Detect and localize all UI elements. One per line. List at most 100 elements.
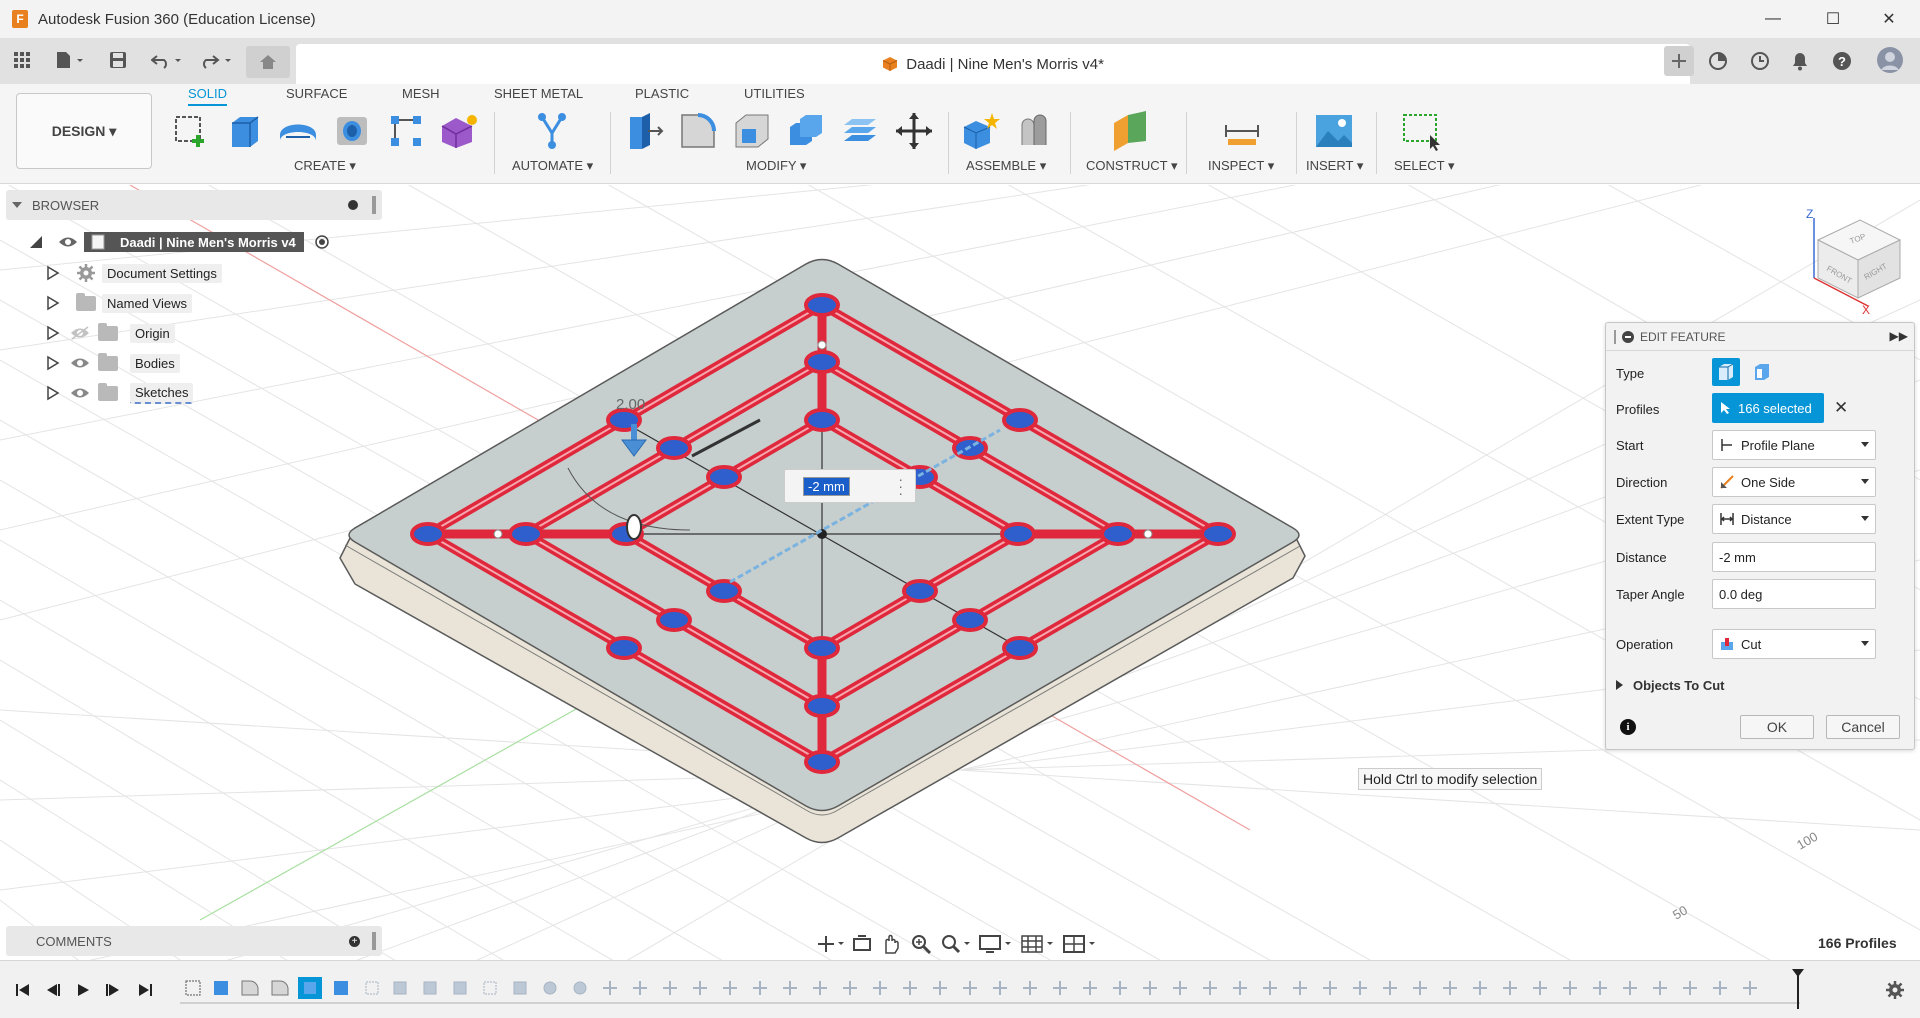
expand-dialog-icon[interactable]: ▶▶ [1890, 329, 1908, 343]
clear-selection-icon[interactable]: ✕ [1834, 398, 1848, 418]
fit-zoom-icon[interactable] [940, 933, 970, 955]
tab-mesh[interactable]: MESH [402, 84, 440, 106]
maximize-button[interactable]: ☐ [1810, 0, 1856, 38]
save-icon[interactable] [106, 48, 130, 72]
create-group-label[interactable]: CREATE ▾ [294, 158, 356, 174]
play-icon[interactable] [72, 979, 94, 1001]
taper-angle-handle[interactable] [626, 514, 642, 540]
distance-input-value[interactable]: -2 mm [803, 476, 850, 496]
info-icon[interactable]: i [1620, 719, 1636, 735]
visibility-eye-icon[interactable] [70, 386, 90, 400]
distance-heads-up-input[interactable]: -2 mm · · · [784, 469, 916, 503]
extrude-type-thin-button[interactable] [1748, 358, 1776, 386]
app-grid-icon[interactable] [10, 48, 34, 72]
tab-plastic[interactable]: PLASTIC [635, 84, 689, 106]
distance-input[interactable]: -2 mm [1712, 542, 1876, 572]
expand-triangle-icon[interactable] [46, 265, 60, 281]
panel-grip-icon[interactable] [372, 932, 376, 950]
document-tab[interactable]: Daadi | Nine Men's Morris v4* ✕ [296, 44, 1690, 84]
combine-icon[interactable] [786, 110, 826, 152]
offset-face-icon[interactable] [840, 110, 880, 152]
undo-icon[interactable] [148, 48, 188, 72]
expand-triangle-icon[interactable] [46, 295, 60, 311]
extrude-icon[interactable] [224, 110, 264, 152]
user-avatar[interactable] [1876, 46, 1904, 74]
extent-type-select[interactable]: Distance [1712, 504, 1876, 534]
inspect-group-label[interactable]: INSPECT ▾ [1208, 158, 1274, 174]
automate-group-label[interactable]: AUTOMATE ▾ [512, 158, 593, 174]
visibility-eye-icon[interactable] [58, 235, 78, 249]
start-select[interactable]: Profile Plane [1712, 430, 1876, 460]
comments-panel[interactable]: COMMENTS + [6, 926, 382, 956]
browser-item-named-views[interactable]: Named Views [46, 291, 192, 315]
redo-icon[interactable] [198, 48, 238, 72]
expand-triangle-icon[interactable] [28, 234, 44, 250]
pan-hand-icon[interactable] [880, 933, 902, 955]
select-group-label[interactable]: SELECT ▾ [1394, 158, 1454, 174]
notifications-bell-icon[interactable] [1788, 50, 1812, 72]
browser-header[interactable]: BROWSER [6, 190, 382, 220]
objects-to-cut-row[interactable]: Objects To Cut [1616, 673, 1906, 697]
operation-select[interactable]: Cut [1712, 629, 1876, 659]
viewports-icon[interactable] [1062, 933, 1096, 955]
grid-settings-icon[interactable] [1020, 933, 1054, 955]
move-copy-icon[interactable] [894, 110, 934, 152]
activate-radio-icon[interactable] [314, 234, 330, 250]
orbit-icon[interactable] [816, 934, 844, 954]
display-settings-icon[interactable] [978, 933, 1012, 955]
modify-group-label[interactable]: MODIFY ▾ [746, 158, 806, 174]
insert-canvas-icon[interactable] [1314, 110, 1354, 152]
browser-item-document-settings[interactable]: Document Settings [46, 261, 222, 285]
cancel-button[interactable]: Cancel [1826, 715, 1900, 739]
tab-solid[interactable]: SOLID [188, 84, 228, 106]
browser-item-bodies[interactable]: Bodies [46, 351, 180, 375]
visibility-eye-icon[interactable] [70, 356, 90, 370]
window-select-icon[interactable] [1402, 110, 1442, 152]
fillet-icon[interactable] [678, 110, 718, 152]
new-component-icon[interactable] [960, 110, 1000, 152]
expand-triangle-icon[interactable] [46, 385, 60, 401]
collapse-caret-icon[interactable] [12, 202, 22, 208]
extensions-icon[interactable] [1706, 50, 1730, 72]
taper-angle-input[interactable]: 0.0 deg [1712, 579, 1876, 609]
previous-step-icon[interactable] [42, 979, 64, 1001]
hidden-eye-icon[interactable] [70, 326, 90, 340]
create-sketch-icon[interactable] [170, 110, 210, 152]
assemble-group-label[interactable]: ASSEMBLE ▾ [966, 158, 1046, 174]
extrude-type-solid-button[interactable] [1712, 358, 1740, 386]
close-window-button[interactable]: ✕ [1866, 0, 1912, 38]
expand-section-icon[interactable] [1616, 680, 1623, 690]
tab-utilities[interactable]: UTILITIES [744, 84, 805, 106]
last-step-icon[interactable] [134, 979, 156, 1001]
tab-sheet-metal[interactable]: SHEET METAL [494, 84, 583, 106]
measure-icon[interactable] [1222, 110, 1262, 152]
browser-item-origin[interactable]: Origin [46, 321, 175, 345]
next-step-icon[interactable] [102, 979, 124, 1001]
revolve-icon[interactable] [278, 110, 318, 152]
pin-icon[interactable] [348, 200, 358, 210]
offset-plane-icon[interactable] [1110, 110, 1150, 152]
panel-grip-icon[interactable] [372, 196, 376, 214]
help-icon[interactable]: ? [1830, 50, 1854, 72]
ok-button[interactable]: OK [1740, 715, 1814, 739]
minimize-button[interactable]: — [1750, 0, 1796, 38]
joint-icon[interactable] [1014, 110, 1054, 152]
first-step-icon[interactable] [12, 979, 34, 1001]
automate-icon[interactable] [532, 110, 572, 152]
dialog-grip-icon[interactable] [1614, 329, 1616, 344]
dialog-header[interactable]: EDIT FEATURE ▶▶ [1606, 323, 1914, 351]
workspace-switcher[interactable]: DESIGN ▾ [16, 93, 152, 169]
direction-select[interactable]: One Side [1712, 467, 1876, 497]
viewcube[interactable]: Z X TOP FRONT RIGHT [1806, 207, 1902, 317]
collapse-dialog-icon[interactable] [1622, 330, 1634, 343]
rectangular-pattern-icon[interactable] [386, 110, 426, 152]
home-icon[interactable] [246, 46, 290, 78]
expand-triangle-icon[interactable] [46, 355, 60, 371]
zoom-icon[interactable] [910, 933, 932, 955]
timeline-features[interactable] [180, 969, 1820, 1009]
timeline-settings-gear-icon[interactable] [1884, 979, 1906, 1001]
construct-group-label[interactable]: CONSTRUCT ▾ [1086, 158, 1178, 174]
add-comment-icon[interactable]: + [349, 936, 360, 947]
expand-triangle-icon[interactable] [46, 325, 60, 341]
job-status-icon[interactable] [1748, 50, 1772, 72]
